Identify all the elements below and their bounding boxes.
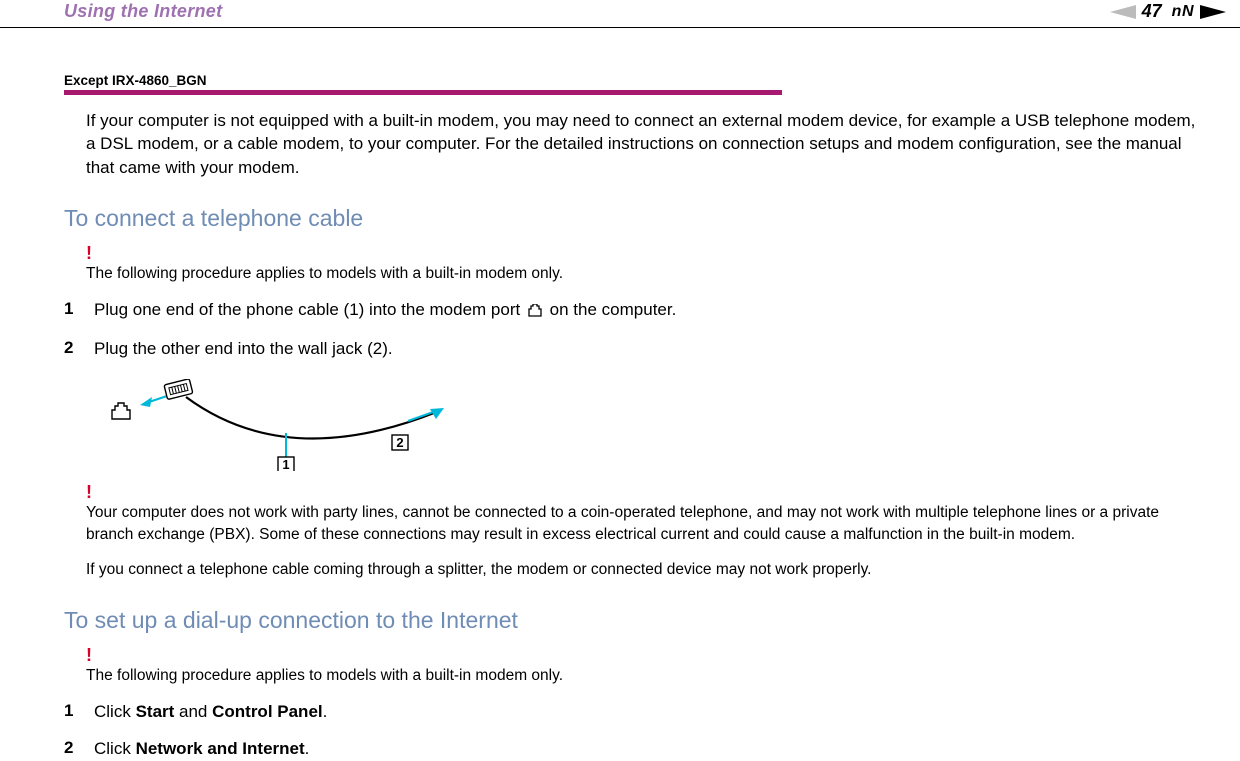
bold-network-internet: Network and Internet xyxy=(136,739,305,758)
step-number: 1 xyxy=(64,701,76,724)
warning-text-2: Your computer does not work with party l… xyxy=(64,502,1208,545)
prev-page-arrow-icon[interactable] xyxy=(1110,5,1136,19)
t: and xyxy=(174,702,212,721)
header-nav: 47 nN xyxy=(1110,1,1226,22)
step-text-post: on the computer. xyxy=(545,300,676,319)
dialup-step-2: 2 Click Network and Internet. xyxy=(64,738,1208,761)
dialup-step-1: 1 Click Start and Control Panel. xyxy=(64,701,1208,724)
page-content: Except IRX-4860_BGN If your computer is … xyxy=(0,28,1240,761)
bold-control-panel: Control Panel xyxy=(212,702,323,721)
page-number: 47 xyxy=(1142,1,1162,22)
warning-icon: ! xyxy=(64,646,1208,664)
diagram-label-2: 2 xyxy=(396,435,403,450)
step-number: 2 xyxy=(64,338,76,361)
step-text: Plug the other end into the wall jack (2… xyxy=(94,338,393,361)
warning-icon: ! xyxy=(64,483,1208,501)
next-page-arrow-icon[interactable] xyxy=(1200,5,1226,19)
step-text: Click Start and Control Panel. xyxy=(94,701,327,724)
warning-text-4: The following procedure applies to model… xyxy=(64,665,1208,687)
step-text: Plug one end of the phone cable (1) into… xyxy=(94,299,676,324)
nn-label: nN xyxy=(1172,3,1194,21)
model-exception-label: Except IRX-4860_BGN xyxy=(64,73,782,95)
section-heading-dialup: To set up a dial-up connection to the In… xyxy=(64,607,1208,634)
header-title: Using the Internet xyxy=(64,1,222,22)
step-1: 1 Plug one end of the phone cable (1) in… xyxy=(64,299,1208,324)
intro-paragraph: If your computer is not equipped with a … xyxy=(64,109,1208,179)
warning-text-3: If you connect a telephone cable coming … xyxy=(64,559,1208,581)
step-text: Click Network and Internet. xyxy=(94,738,309,761)
step-number: 1 xyxy=(64,299,76,324)
warning-text-1: The following procedure applies to model… xyxy=(64,263,1208,285)
step-text-pre: Plug one end of the phone cable (1) into… xyxy=(94,300,525,319)
t: Click xyxy=(94,739,136,758)
section-heading-connect-cable: To connect a telephone cable xyxy=(64,205,1208,232)
t: . xyxy=(305,739,310,758)
warning-icon: ! xyxy=(64,244,1208,262)
step-2: 2 Plug the other end into the wall jack … xyxy=(64,338,1208,361)
page-header: Using the Internet 47 nN xyxy=(0,0,1240,28)
bold-start: Start xyxy=(136,702,175,721)
t: . xyxy=(323,702,328,721)
cable-diagram: 1 2 xyxy=(86,379,1208,471)
step-number: 2 xyxy=(64,738,76,761)
t: Click xyxy=(94,702,136,721)
modem-port-icon xyxy=(527,301,543,324)
diagram-label-1: 1 xyxy=(282,457,289,471)
